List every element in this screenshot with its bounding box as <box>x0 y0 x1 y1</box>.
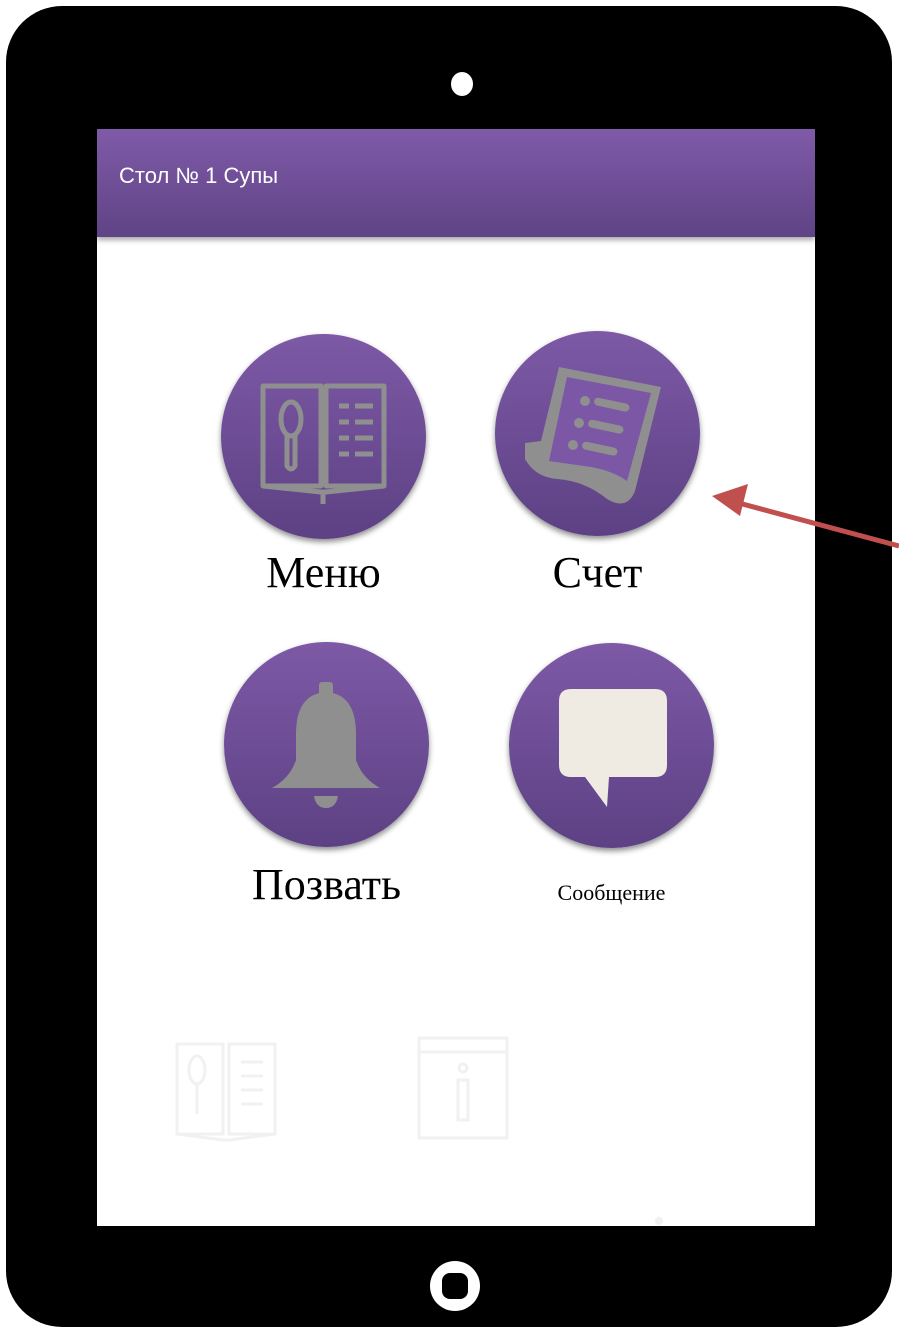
annotation-arrow-icon <box>712 484 899 549</box>
